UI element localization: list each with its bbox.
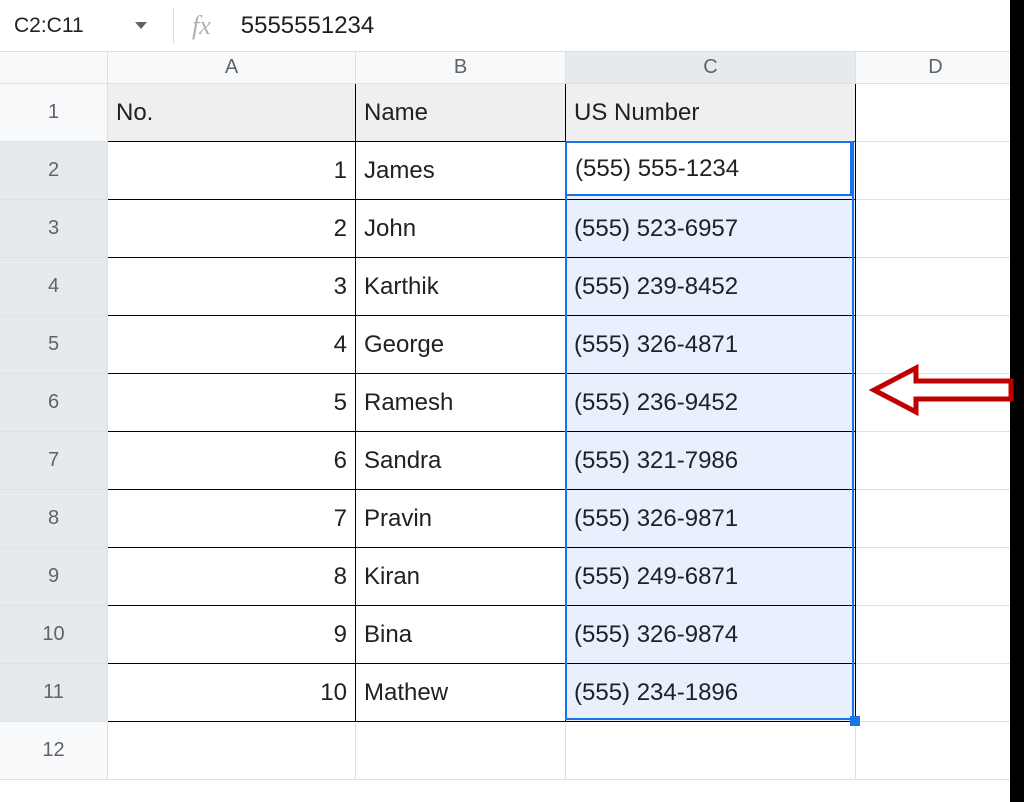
table-row: 6Sandra(555) 321-7986 [108, 432, 1016, 490]
table-row: 2John(555) 523-6957 [108, 200, 1016, 258]
cell-A10[interactable]: 9 [108, 606, 356, 664]
cell-A2[interactable]: 1 [108, 142, 356, 200]
table-row: 9Bina(555) 326-9874 [108, 606, 1016, 664]
cell-B9[interactable]: Kiran [356, 548, 566, 606]
cell-B10[interactable]: Bina [356, 606, 566, 664]
row-header-8[interactable]: 8 [0, 490, 108, 548]
row-header-7[interactable]: 7 [0, 432, 108, 490]
cell-A1[interactable]: No. [108, 84, 356, 142]
cell-D1[interactable] [856, 84, 1016, 142]
arrow-annotation-icon [866, 360, 1016, 420]
cell-C9[interactable]: (555) 249-6871 [566, 548, 856, 606]
cell-A7[interactable]: 6 [108, 432, 356, 490]
cell-B5[interactable]: George [356, 316, 566, 374]
cell-A5[interactable]: 4 [108, 316, 356, 374]
row-header-1[interactable]: 1 [0, 84, 108, 142]
cell-C10[interactable]: (555) 326-9874 [566, 606, 856, 664]
cell-C3[interactable]: (555) 523-6957 [566, 200, 856, 258]
cell-A12[interactable] [108, 722, 356, 780]
cell-B1[interactable]: Name [356, 84, 566, 142]
table-row: 1James(555) 555-1234 [108, 142, 1016, 200]
col-header-c[interactable]: C [566, 52, 856, 84]
table-row: 8Kiran(555) 249-6871 [108, 548, 1016, 606]
table-row [108, 722, 1016, 780]
row-header-12[interactable]: 12 [0, 722, 108, 780]
fill-handle[interactable] [850, 716, 860, 726]
cell-A11[interactable]: 10 [108, 664, 356, 722]
cell-C6[interactable]: (555) 236-9452 [566, 374, 856, 432]
table-row: No.NameUS Number [108, 84, 1016, 142]
table-row: 7Pravin(555) 326-9871 [108, 490, 1016, 548]
divider [173, 8, 174, 44]
cell-D10[interactable] [856, 606, 1016, 664]
cell-B4[interactable]: Karthik [356, 258, 566, 316]
cell-B12[interactable] [356, 722, 566, 780]
cell-A3[interactable]: 2 [108, 200, 356, 258]
cell-D8[interactable] [856, 490, 1016, 548]
cell-B8[interactable]: Pravin [356, 490, 566, 548]
table-row: 3Karthik(555) 239-8452 [108, 258, 1016, 316]
row-header-10[interactable]: 10 [0, 606, 108, 664]
name-box-text: C2:C11 [14, 14, 84, 38]
col-header-d[interactable]: D [856, 52, 1016, 84]
name-box[interactable]: C2:C11 [10, 14, 155, 38]
fx-label: fx [192, 11, 211, 41]
cell-D12[interactable] [856, 722, 1016, 780]
dropdown-icon[interactable] [135, 22, 147, 29]
cell-B3[interactable]: John [356, 200, 566, 258]
cell-B6[interactable]: Ramesh [356, 374, 566, 432]
cell-A8[interactable]: 7 [108, 490, 356, 548]
formula-input[interactable] [241, 12, 1014, 40]
col-header-b[interactable]: B [356, 52, 566, 84]
cell-A9[interactable]: 8 [108, 548, 356, 606]
cell-A6[interactable]: 5 [108, 374, 356, 432]
row-header-11[interactable]: 11 [0, 664, 108, 722]
cell-D2[interactable] [856, 142, 1016, 200]
cell-D3[interactable] [856, 200, 1016, 258]
cell-A4[interactable]: 3 [108, 258, 356, 316]
row-header-6[interactable]: 6 [0, 374, 108, 432]
cell-C2[interactable]: (555) 555-1234 [566, 142, 856, 200]
row-header-3[interactable]: 3 [0, 200, 108, 258]
row-header-4[interactable]: 4 [0, 258, 108, 316]
formula-bar: C2:C11 fx [0, 0, 1024, 52]
row-header-9[interactable]: 9 [0, 548, 108, 606]
cell-C8[interactable]: (555) 326-9871 [566, 490, 856, 548]
col-header-a[interactable]: A [108, 52, 356, 84]
table-row: 10Mathew(555) 234-1896 [108, 664, 1016, 722]
cell-C11[interactable]: (555) 234-1896 [566, 664, 856, 722]
cell-C12[interactable] [566, 722, 856, 780]
select-all-corner[interactable] [0, 52, 108, 84]
row-header-2[interactable]: 2 [0, 142, 108, 200]
cell-B2[interactable]: James [356, 142, 566, 200]
cell-C5[interactable]: (555) 326-4871 [566, 316, 856, 374]
cell-C1[interactable]: US Number [566, 84, 856, 142]
cell-D7[interactable] [856, 432, 1016, 490]
cell-D9[interactable] [856, 548, 1016, 606]
cell-B11[interactable]: Mathew [356, 664, 566, 722]
row-header-5[interactable]: 5 [0, 316, 108, 374]
cell-D4[interactable] [856, 258, 1016, 316]
cell-C7[interactable]: (555) 321-7986 [566, 432, 856, 490]
cell-D11[interactable] [856, 664, 1016, 722]
cell-B7[interactable]: Sandra [356, 432, 566, 490]
cell-C4[interactable]: (555) 239-8452 [566, 258, 856, 316]
